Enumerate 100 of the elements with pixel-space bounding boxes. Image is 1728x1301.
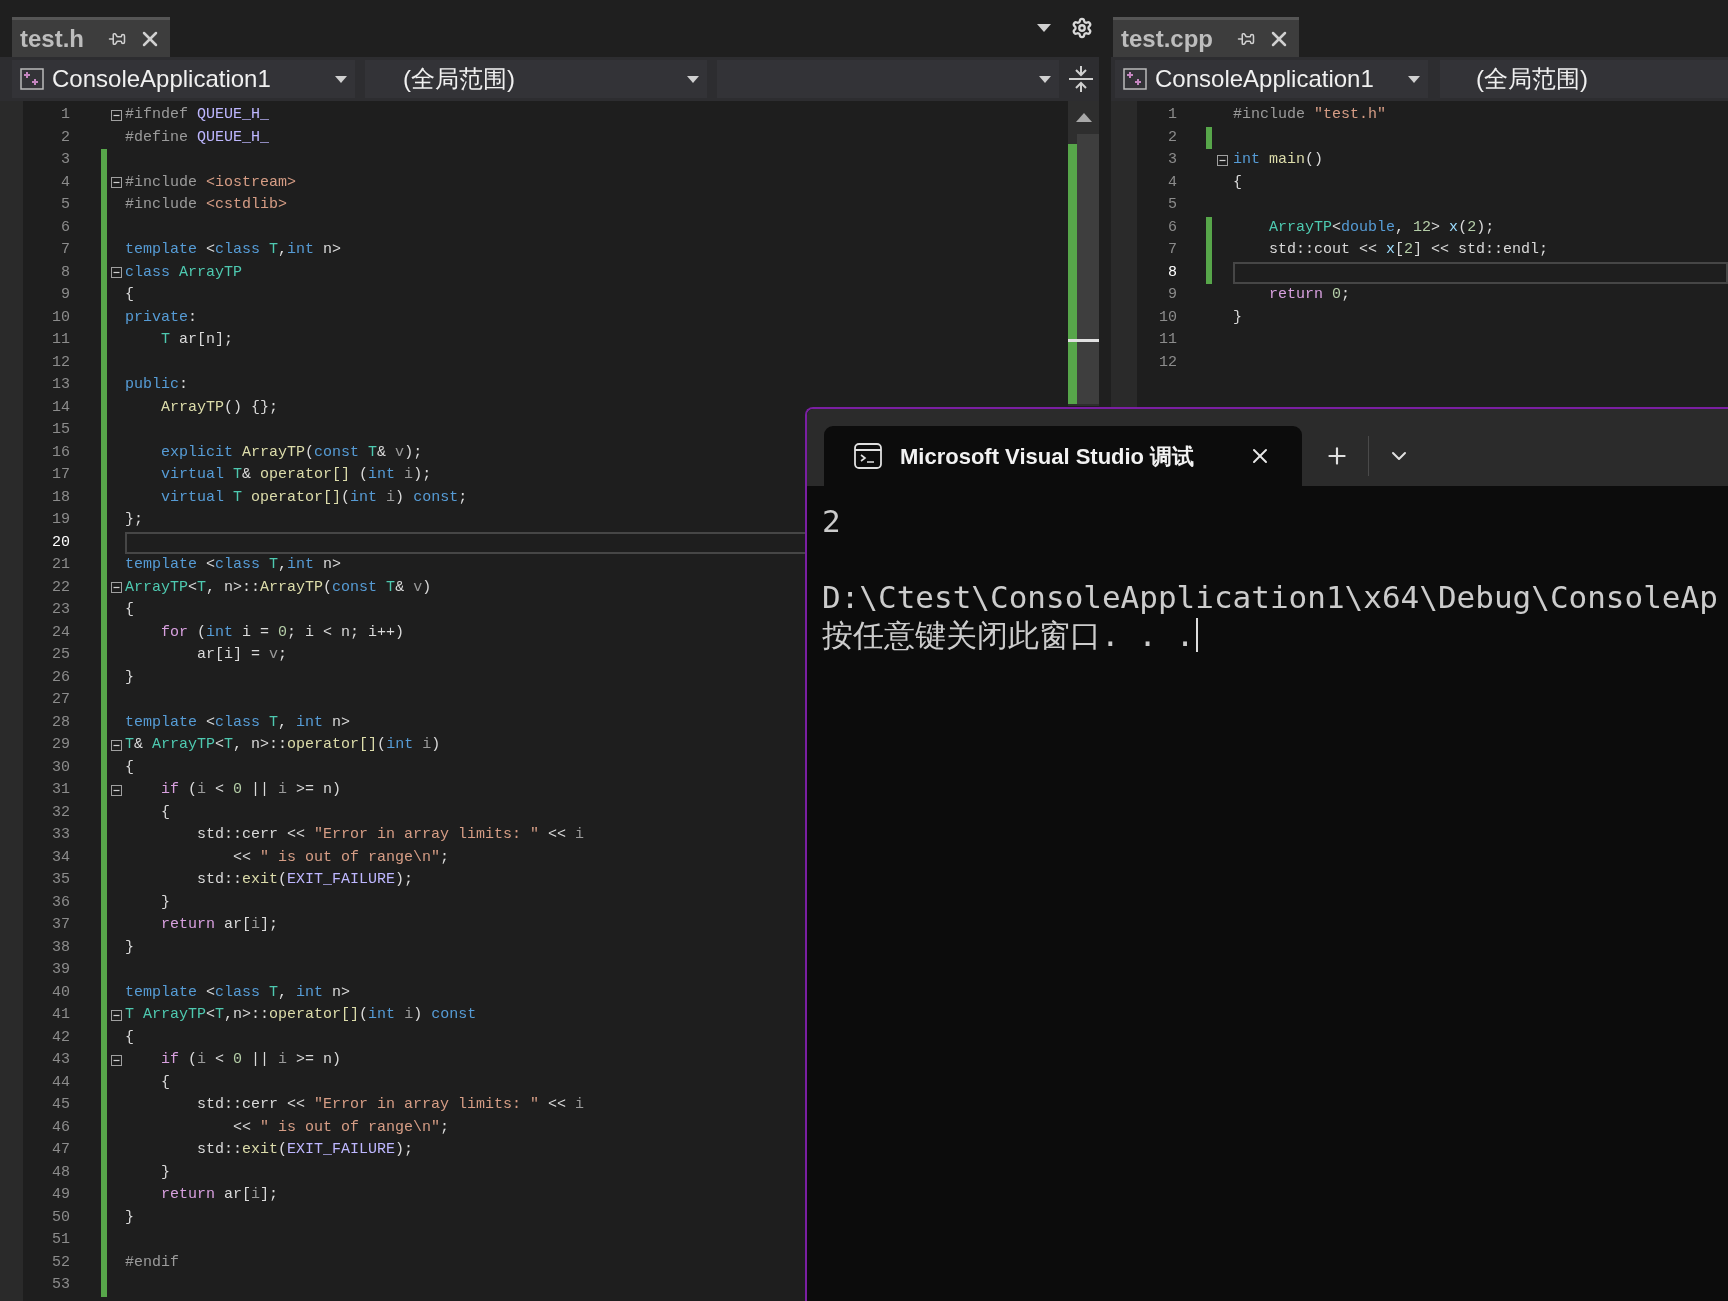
code-line: if (i < 0 || i >= n)	[160, 780, 342, 801]
code-line: ArrayTP<T, n>::ArrayTP(const T& v)	[125, 577, 432, 598]
line-number: 11	[52, 330, 70, 350]
code-line: private:	[125, 307, 198, 328]
console-tab[interactable]: Microsoft Visual Studio 调试	[824, 426, 1302, 486]
line-number: 1	[61, 105, 70, 125]
tab-title: test.h	[20, 23, 84, 54]
code-line: {	[160, 802, 170, 823]
line-number: 34	[52, 847, 70, 868]
line-number: 31	[52, 780, 70, 800]
line-number: 9	[1168, 285, 1177, 305]
console-output: D:\Ctest\ConsoleApplication1\x64\Debug\ConsoleAp	[822, 578, 1718, 616]
split-icon[interactable]	[1069, 66, 1093, 92]
line-number: 7	[1168, 240, 1177, 260]
line-number: 24	[52, 622, 70, 643]
code-line: #include <iostream>	[125, 172, 297, 193]
caret-position-marker	[1068, 339, 1099, 342]
collapse-icon[interactable]	[110, 739, 122, 751]
line-number: 4	[1168, 172, 1177, 193]
code-line: for (int i = 0; i < n; i++)	[160, 622, 405, 643]
dropdown[interactable]: ConsoleApplication1	[12, 60, 355, 98]
collapse-icon[interactable]	[1217, 154, 1228, 166]
line-number: 12	[1159, 352, 1177, 373]
code-line: ar[i] = v;	[196, 645, 288, 666]
code-line: template <class T,int n>	[125, 240, 342, 261]
code-line: }	[125, 1207, 134, 1228]
collapse-icon[interactable]	[110, 582, 122, 594]
code-line: {	[125, 757, 134, 778]
code-line: }	[160, 1162, 170, 1183]
code-line: template <class T,int n>	[125, 555, 342, 576]
line-number: 33	[52, 825, 70, 845]
line-number: 23	[52, 600, 70, 620]
terminal-icon	[854, 443, 882, 469]
collapse-icon[interactable]	[110, 267, 122, 279]
code-line: #define QUEUE_H_	[125, 127, 270, 148]
line-number: 44	[52, 1072, 70, 1093]
line-number: 5	[1168, 195, 1177, 215]
collapse-icon[interactable]	[110, 177, 122, 189]
line-number: 42	[52, 1027, 70, 1048]
dropdown[interactable]: ConsoleApplication1	[1115, 60, 1428, 98]
line-number: 46	[52, 1117, 70, 1138]
scope-label: (全局范围)	[1476, 64, 1588, 94]
code-line: #endif	[125, 1252, 179, 1273]
caret-icon	[687, 75, 699, 83]
line-number: 1	[1168, 105, 1177, 125]
line-number: 13	[52, 375, 70, 395]
code-line: return ar[i];	[160, 1185, 279, 1206]
line-number: 17	[52, 465, 70, 485]
line-number: 39	[52, 960, 70, 980]
code-line: T ArrayTP<T,n>::operator[](int i) const	[125, 1005, 477, 1026]
code-line: #include <cstdlib>	[125, 195, 288, 216]
code-line: class ArrayTP	[125, 262, 243, 283]
dropdown[interactable]: (全局范围)	[1440, 60, 1728, 98]
line-number: 30	[52, 757, 70, 778]
settings-icon[interactable]	[1071, 16, 1093, 39]
line-number: 29	[52, 735, 70, 755]
project-icon	[1123, 68, 1147, 90]
line-number: 18	[52, 487, 70, 508]
line-number: 41	[52, 1005, 70, 1025]
scroll-up-icon[interactable]	[1075, 113, 1092, 122]
scrollbar[interactable]	[1068, 101, 1099, 406]
line-number: 47	[52, 1140, 70, 1160]
line-number: 21	[52, 555, 70, 575]
code-line: return 0;	[1268, 285, 1351, 306]
document-tab[interactable]: test.h	[12, 17, 170, 57]
code-line: T ar[n];	[160, 330, 234, 351]
code-line: virtual T& operator[] (int i);	[160, 465, 432, 486]
code-line: {	[1233, 172, 1242, 193]
tab-title: test.cpp	[1121, 23, 1213, 54]
code-line: << " is out of range\n";	[232, 1117, 450, 1138]
line-number: 8	[1168, 262, 1177, 283]
code-line: };	[125, 510, 143, 531]
collapse-icon[interactable]	[110, 1009, 122, 1021]
line-number: 7	[61, 240, 70, 260]
code-line: virtual T operator[](int i) const;	[160, 487, 468, 508]
collapse-icon[interactable]	[110, 1054, 122, 1066]
line-number: 20	[52, 532, 70, 553]
line-number: 26	[52, 667, 70, 688]
caret-icon	[1408, 75, 1420, 83]
caret-icon[interactable]	[1037, 23, 1051, 32]
code-line: std::exit(EXIT_FAILURE);	[196, 1140, 414, 1161]
code-line: #ifndef QUEUE_H_	[125, 105, 270, 126]
code-line: int main()	[1233, 150, 1324, 171]
dropdown[interactable]: (全局范围)	[365, 60, 707, 98]
line-number: 35	[52, 870, 70, 890]
line-number: 32	[52, 802, 70, 823]
console-output: 2	[822, 502, 841, 540]
line-number: 9	[61, 285, 70, 305]
document-tab[interactable]: test.cpp	[1113, 17, 1299, 57]
code-line: {	[125, 1027, 134, 1048]
code-line: {	[125, 600, 134, 621]
line-number: 6	[61, 217, 70, 238]
line-number: 10	[52, 307, 70, 328]
line-number: 43	[52, 1050, 70, 1070]
scroll-thumb[interactable]	[1077, 134, 1099, 404]
code-line: template <class T, int n>	[125, 982, 351, 1003]
code-line: }	[125, 667, 134, 688]
collapse-icon[interactable]	[110, 784, 122, 796]
collapse-icon[interactable]	[110, 109, 122, 121]
line-number: 12	[52, 352, 70, 373]
